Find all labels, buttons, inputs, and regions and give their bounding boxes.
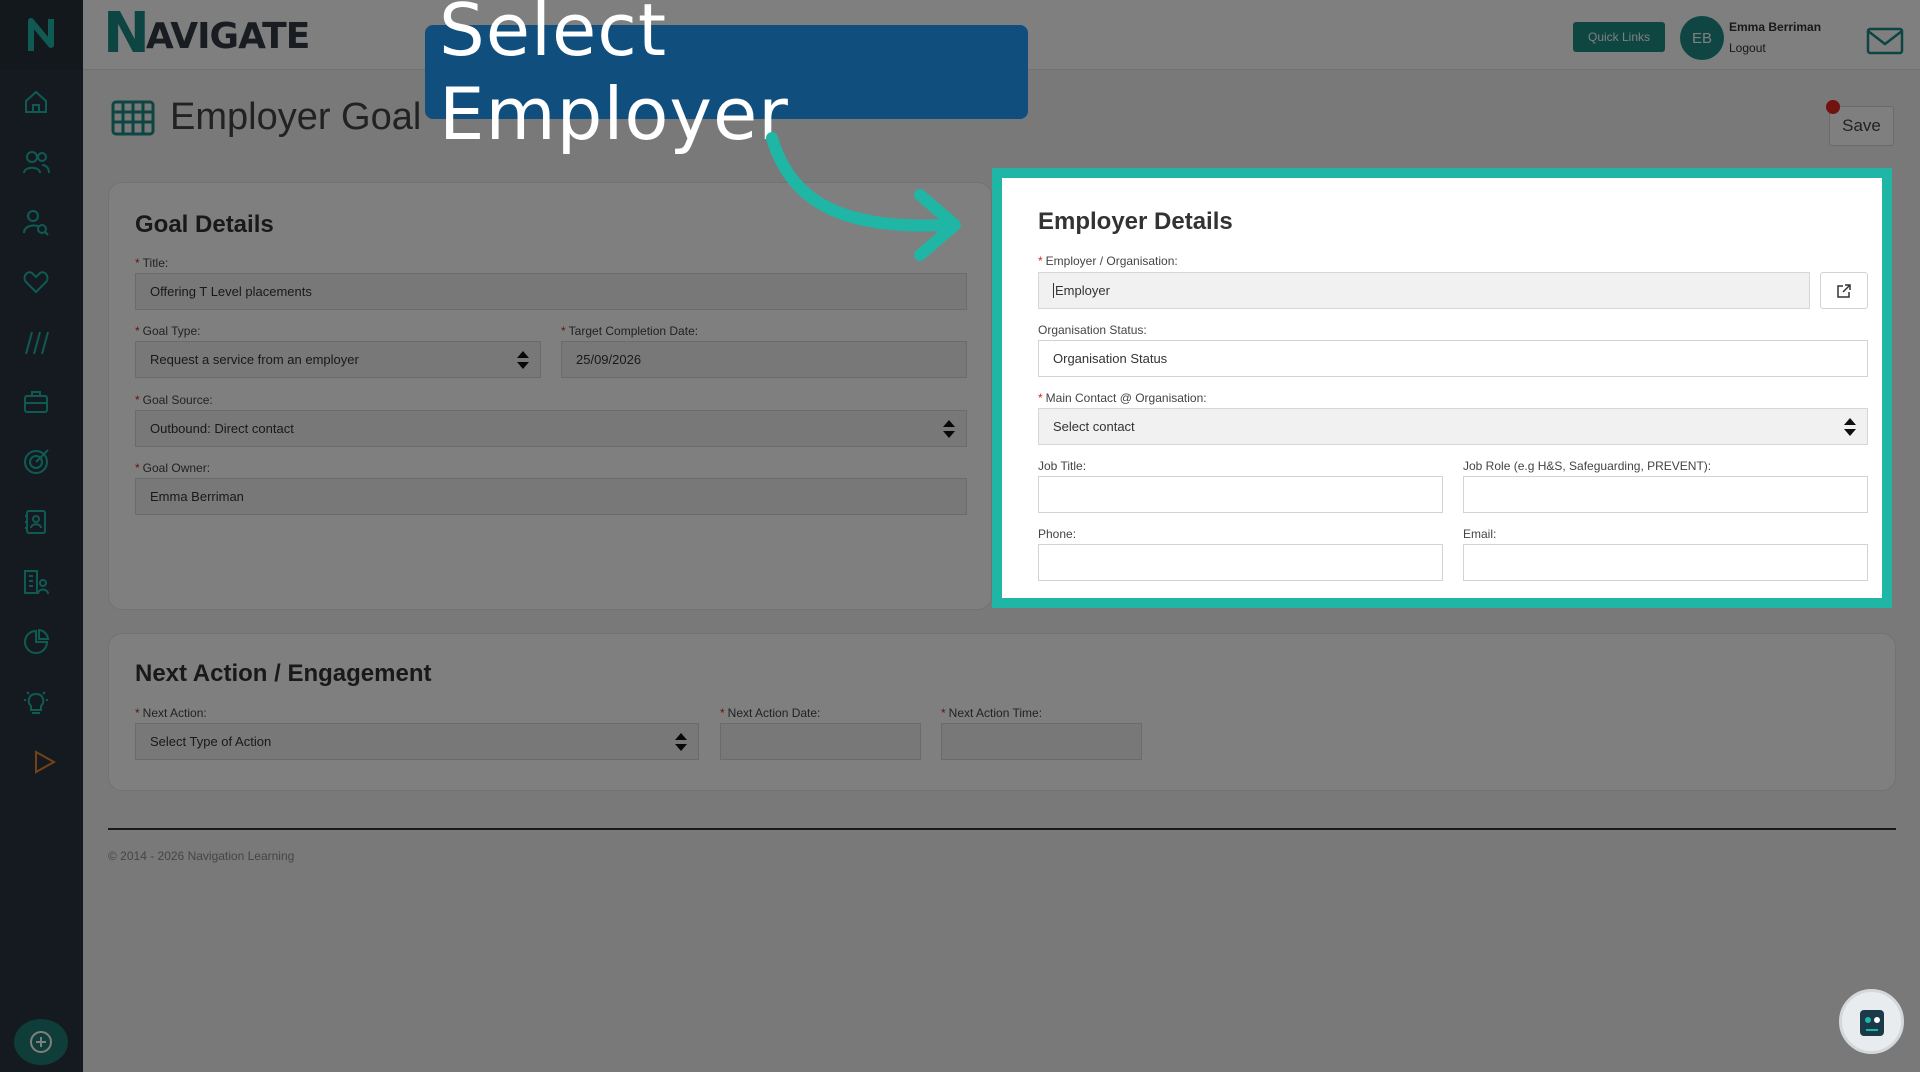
external-link-icon [1837, 283, 1851, 298]
main-contact-value: Select contact [1053, 419, 1135, 434]
updown-icon [1844, 418, 1856, 436]
main-contact-label: * Main Contact @ Organisation: [1038, 391, 1207, 405]
employer-field[interactable]: Employer [1038, 272, 1810, 309]
org-status-field[interactable]: Organisation Status [1038, 340, 1868, 377]
callout-banner: Select Employer [425, 0, 1028, 156]
email-field[interactable] [1463, 544, 1868, 581]
arrow-icon [766, 132, 961, 261]
phone-field[interactable] [1038, 544, 1443, 581]
employer-value: Employer [1053, 283, 1110, 298]
assistant-icon [1859, 1009, 1884, 1036]
phone-label: Phone: [1038, 527, 1077, 541]
employer-label: * Employer / Organisation: [1038, 254, 1178, 268]
open-employer-button[interactable] [1820, 272, 1868, 309]
assistant-badge[interactable] [1839, 989, 1904, 1054]
job-title-field[interactable] [1038, 476, 1443, 513]
employer-details-panel: Employer Details * Employer / Organisatio… [1003, 179, 1882, 597]
email-label: Email: [1463, 527, 1497, 541]
org-status-label: Organisation Status: [1038, 323, 1147, 337]
main-contact-select[interactable]: Select contact [1038, 408, 1868, 445]
job-title-label: Job Title: [1038, 459, 1087, 473]
job-role-label: Job Role (e.g H&S, Safeguarding, PREVENT… [1463, 459, 1712, 473]
employer-details-heading: Employer Details [1038, 208, 1233, 235]
job-role-field[interactable] [1463, 476, 1868, 513]
